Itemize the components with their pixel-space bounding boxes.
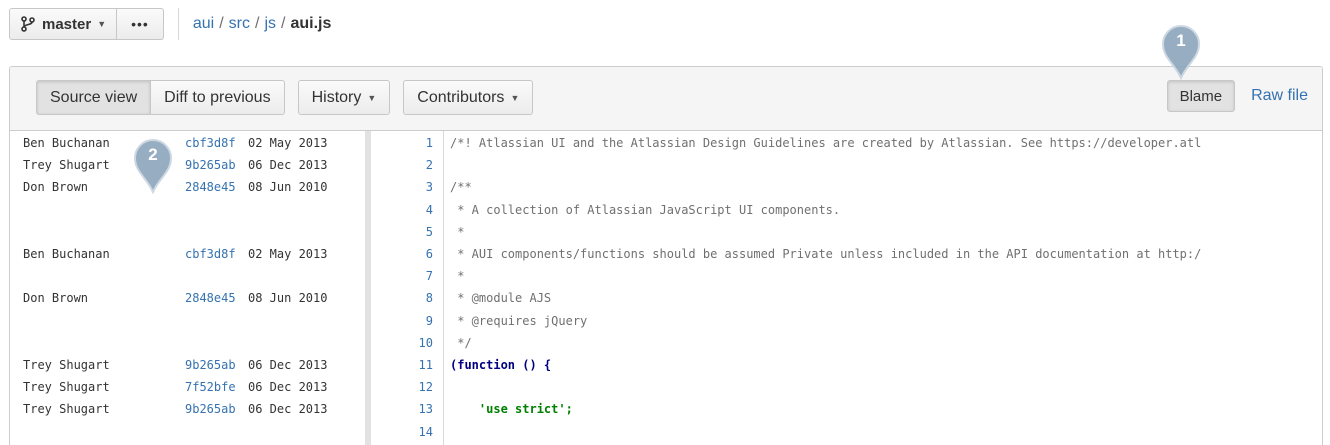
code-line: 'use strict';: [450, 402, 573, 417]
blame-view: Ben Buchanan cbf3d8f 02 May 2013 Trey Shuga…: [10, 131, 1322, 445]
line-number[interactable]: 5: [426, 222, 433, 243]
file-toolbar: Source view Diff to previous History ▼ C…: [10, 67, 1322, 131]
blame-date: 06 Dec 2013: [248, 402, 328, 417]
line-number[interactable]: 12: [419, 377, 433, 398]
callout-marker-1: 1: [1157, 20, 1205, 81]
blame-column: Ben Buchanan cbf3d8f 02 May 2013 Trey Shuga…: [10, 131, 364, 445]
branch-name: master: [42, 15, 92, 33]
blame-date: 06 Dec 2013: [248, 380, 328, 395]
blame-date: 06 Dec 2013: [248, 158, 328, 173]
line-number[interactable]: 1: [426, 133, 433, 154]
blame-author: Don Brown: [23, 291, 89, 306]
blame-date: 08 Jun 2010: [248, 291, 328, 306]
blame-commit-link[interactable]: 9b265ab: [185, 355, 236, 376]
code-line: /**: [450, 180, 472, 195]
blame-commit-link[interactable]: 2848e45: [185, 177, 236, 198]
callout-number-1: 1: [1176, 31, 1186, 50]
breadcrumb-link-js[interactable]: js: [264, 15, 276, 33]
code-line: * AUI components/functions should be ass…: [450, 247, 1202, 261]
code-line: *: [450, 224, 465, 239]
blame-commit-link[interactable]: cbf3d8f: [185, 244, 236, 265]
blame-date: 08 Jun 2010: [248, 180, 328, 195]
breadcrumb-separator: /: [219, 15, 224, 32]
blame-button[interactable]: Blame: [1166, 80, 1236, 112]
code-line: * @module AJS: [450, 291, 552, 306]
line-number[interactable]: 4: [426, 200, 433, 221]
breadcrumb-link-src[interactable]: src: [229, 15, 250, 33]
code-line: */: [450, 335, 472, 350]
source-code: /*! Atlassian UI and the Atlassian Desig…: [444, 131, 1322, 445]
blame-commit-link[interactable]: cbf3d8f: [185, 133, 236, 154]
blame-author: Ben Buchanan: [23, 247, 110, 261]
breadcrumb: aui / src / js / aui.js: [193, 15, 332, 33]
blame-commit-link[interactable]: 9b265ab: [185, 399, 236, 420]
blame-date: 06 Dec 2013: [248, 358, 328, 372]
chevron-down-icon: ▼: [367, 92, 377, 103]
line-number[interactable]: 13: [419, 399, 433, 420]
contributors-dropdown-button[interactable]: Contributors ▼: [403, 80, 534, 115]
line-number[interactable]: 9: [426, 311, 433, 332]
breadcrumb-separator: /: [254, 15, 260, 32]
diff-to-previous-button[interactable]: Diff to previous: [151, 80, 285, 115]
blame-commit-link[interactable]: 7f52bfe: [185, 377, 236, 398]
breadcrumb-separator: /: [281, 15, 286, 32]
blame-date: 02 May 2013: [248, 247, 328, 261]
repo-topbar: master ▼ ••• aui / src / js / aui.js: [9, 7, 331, 41]
branch-icon: [20, 16, 36, 32]
line-number[interactable]: 3: [426, 177, 433, 198]
history-dropdown-button[interactable]: History ▼: [297, 80, 391, 115]
blame-commit-link[interactable]: 2848e45: [185, 288, 236, 309]
more-actions-button[interactable]: •••: [117, 8, 164, 40]
breadcrumb-link-aui[interactable]: aui: [193, 15, 214, 33]
blame-author: Trey Shugart: [23, 380, 110, 395]
blame-author: Ben Buchanan: [23, 136, 110, 150]
contributors-label: Contributors: [417, 88, 505, 106]
blame-author: Trey Shugart: [23, 158, 110, 173]
chevron-down-icon: ▼: [510, 92, 520, 103]
blame-author: Trey Shugart: [23, 402, 110, 417]
code-line: * @requires jQuery: [450, 313, 588, 328]
divider: [177, 8, 179, 40]
blame-author: Don Brown: [23, 180, 89, 195]
source-view-button[interactable]: Source view: [36, 80, 152, 115]
code-line: *: [450, 269, 465, 284]
line-number[interactable]: 2: [426, 155, 433, 176]
line-number[interactable]: 10: [419, 333, 433, 354]
line-number[interactable]: 8: [426, 288, 433, 309]
line-number[interactable]: 11: [419, 355, 433, 376]
history-label: History: [311, 88, 362, 106]
code-line: (function () {: [450, 358, 552, 372]
line-number-gutter: 1 2 3 4 5 6 7 8 9 10 11 12 13 14: [371, 131, 444, 445]
callout-number-2: 2: [148, 145, 158, 164]
blame-author: Trey Shugart: [23, 358, 110, 372]
branch-group: master ▼ •••: [9, 8, 164, 40]
blame-commit-link[interactable]: 9b265ab: [185, 155, 236, 176]
view-mode-group: Source view Diff to previous: [36, 80, 285, 115]
line-number[interactable]: 14: [419, 422, 433, 443]
code-line: /*! Atlassian UI and the Atlassian Desig…: [450, 136, 1202, 150]
blame-date: 02 May 2013: [248, 136, 328, 150]
breadcrumb-current-file: aui.js: [290, 15, 332, 32]
line-number[interactable]: 6: [426, 244, 433, 265]
branch-selector-button[interactable]: master ▼: [9, 8, 118, 40]
raw-file-link[interactable]: Raw file: [1251, 87, 1308, 105]
callout-marker-2: 2: [129, 134, 177, 195]
file-panel: Source view Diff to previous History ▼ C…: [9, 66, 1323, 445]
code-line: * A collection of Atlassian JavaScript U…: [450, 202, 841, 217]
chevron-down-icon: ▼: [97, 19, 107, 29]
line-number[interactable]: 7: [426, 266, 433, 287]
